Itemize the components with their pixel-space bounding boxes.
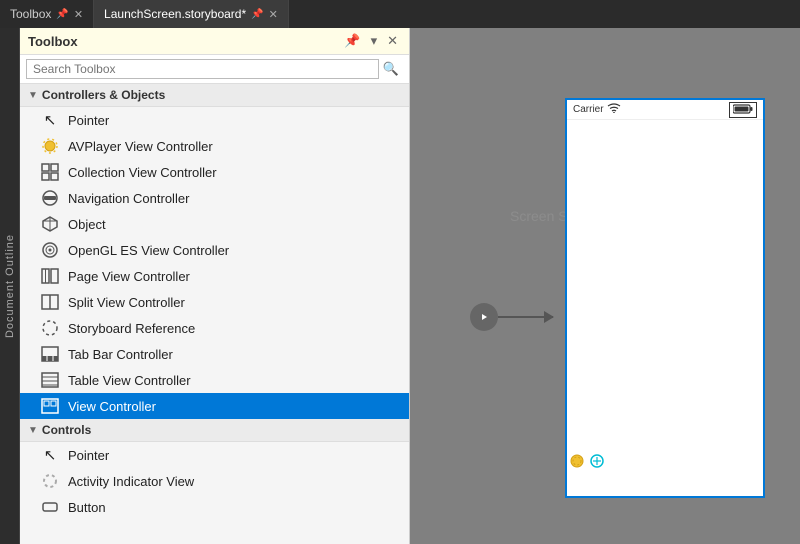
circle-dashed-icon xyxy=(40,318,60,338)
group-label-controls: Controls xyxy=(42,423,91,437)
spinner-icon xyxy=(40,471,60,491)
item-label-opengl: OpenGL ES View Controller xyxy=(68,243,229,258)
item-label-pointer1: Pointer xyxy=(68,113,109,128)
item-label-navigation: Navigation Controller xyxy=(68,191,189,206)
main-area: Document Outline Toolbox 📌 ▾ ✕ 🔍 ▼ Contr… xyxy=(0,28,800,544)
group-arrow-controls: ▼ xyxy=(28,425,38,436)
item-label-splitview: Split View Controller xyxy=(68,295,185,310)
arrow-container xyxy=(470,303,553,331)
item-object[interactable]: Object xyxy=(20,211,409,237)
item-pageview[interactable]: Page View Controller xyxy=(20,263,409,289)
item-label-collection: Collection View Controller xyxy=(68,165,217,180)
split-icon xyxy=(40,292,60,312)
sun-icon xyxy=(40,136,60,156)
item-collection[interactable]: Collection View Controller xyxy=(20,159,409,185)
storyboard-bg-text: Screen S xyxy=(510,208,568,224)
item-pointer1[interactable]: ↖ Pointer xyxy=(20,107,409,133)
toolbox-close-icon[interactable]: ✕ xyxy=(74,8,83,21)
item-label-object: Object xyxy=(68,217,106,232)
cursor-icon: ↖ xyxy=(40,110,60,130)
search-input[interactable] xyxy=(26,59,379,79)
item-label-pointer2: Pointer xyxy=(68,448,109,463)
grid-icon xyxy=(40,162,60,182)
toolbox-header: Toolbox 📌 ▾ ✕ xyxy=(20,28,409,55)
tabbar-icon xyxy=(40,344,60,364)
top-bar: Toolbox 📌 ✕ LaunchScreen.storyboard* 📌 ✕ xyxy=(0,0,800,28)
item-label-tableview: Table View Controller xyxy=(68,373,191,388)
item-button[interactable]: Button xyxy=(20,494,409,520)
toolbox-list: ▼ Controllers & Objects ↖ Pointer AVPlay… xyxy=(20,84,409,544)
item-tabbar[interactable]: Tab Bar Controller xyxy=(20,341,409,367)
canvas-area: Screen S Carrier xyxy=(410,28,800,544)
document-outline-strip[interactable]: Document Outline xyxy=(0,28,20,544)
launchscreen-tab-label: LaunchScreen.storyboard* xyxy=(104,7,246,21)
phone-body xyxy=(567,120,763,496)
document-outline-label: Document Outline xyxy=(4,234,16,338)
toolbox-pin-btn[interactable]: 📌 xyxy=(341,32,363,50)
group-label-controllers: Controllers & Objects xyxy=(42,88,165,102)
phone-frame: Carrier xyxy=(565,98,765,498)
toolbox-tab-label: Toolbox xyxy=(10,7,51,21)
cursor2-icon: ↖ xyxy=(40,445,60,465)
item-label-storyboard: Storyboard Reference xyxy=(68,321,195,336)
group-controllers-objects[interactable]: ▼ Controllers & Objects xyxy=(20,84,409,107)
item-tableview[interactable]: Table View Controller xyxy=(20,367,409,393)
search-button[interactable]: 🔍 xyxy=(379,61,403,77)
item-splitview[interactable]: Split View Controller xyxy=(20,289,409,315)
button-icon xyxy=(40,497,60,517)
toolbox-title: Toolbox xyxy=(28,34,337,49)
item-pointer2[interactable]: ↖ Pointer xyxy=(20,442,409,468)
item-label-avplayer: AVPlayer View Controller xyxy=(68,139,213,154)
item-navigation[interactable]: Navigation Controller xyxy=(20,185,409,211)
cube-icon xyxy=(40,214,60,234)
phone-status-bar: Carrier xyxy=(567,100,763,120)
item-activity[interactable]: Activity Indicator View xyxy=(20,468,409,494)
toolbox-close-btn[interactable]: ✕ xyxy=(384,32,401,50)
item-avplayer[interactable]: AVPlayer View Controller xyxy=(20,133,409,159)
battery-icon xyxy=(729,102,757,118)
toolbox-pin-icon[interactable]: 📌 xyxy=(56,9,68,20)
toolbox-dropdown-btn[interactable]: ▾ xyxy=(368,32,381,50)
group-arrow-controllers: ▼ xyxy=(28,90,38,101)
item-label-pageview: Page View Controller xyxy=(68,269,190,284)
viewctrl-icon xyxy=(40,396,60,416)
item-label-activity: Activity Indicator View xyxy=(68,474,194,489)
tab-launchscreen[interactable]: LaunchScreen.storyboard* 📌 ✕ xyxy=(94,0,289,28)
cyan-bottom-icon xyxy=(589,453,605,474)
item-label-button: Button xyxy=(68,500,106,515)
arrow-start-circle xyxy=(470,303,498,331)
phone-carrier: Carrier xyxy=(573,103,621,116)
phone-bottom-icons xyxy=(565,453,605,474)
target-icon xyxy=(40,240,60,260)
nav-icon xyxy=(40,188,60,208)
arrow-line xyxy=(498,316,553,318)
item-label-tabbar: Tab Bar Controller xyxy=(68,347,173,362)
tab-toolbox[interactable]: Toolbox 📌 ✕ xyxy=(0,0,94,28)
group-controls[interactable]: ▼ Controls xyxy=(20,419,409,442)
launchscreen-close-icon[interactable]: ✕ xyxy=(269,8,278,21)
item-viewcontroller[interactable]: View Controller xyxy=(20,393,409,419)
item-label-viewcontroller: View Controller xyxy=(68,399,156,414)
item-storyboard[interactable]: Storyboard Reference xyxy=(20,315,409,341)
yellow-bottom-icon xyxy=(569,453,585,474)
carrier-text: Carrier xyxy=(573,104,604,115)
wifi-icon xyxy=(607,103,621,116)
toolbox-panel: Toolbox 📌 ▾ ✕ 🔍 ▼ Controllers & Objects … xyxy=(20,28,410,544)
launchscreen-pin-icon[interactable]: 📌 xyxy=(251,9,263,20)
item-opengl[interactable]: OpenGL ES View Controller xyxy=(20,237,409,263)
book-icon xyxy=(40,266,60,286)
table-icon xyxy=(40,370,60,390)
toolbox-search-bar: 🔍 xyxy=(20,55,409,84)
